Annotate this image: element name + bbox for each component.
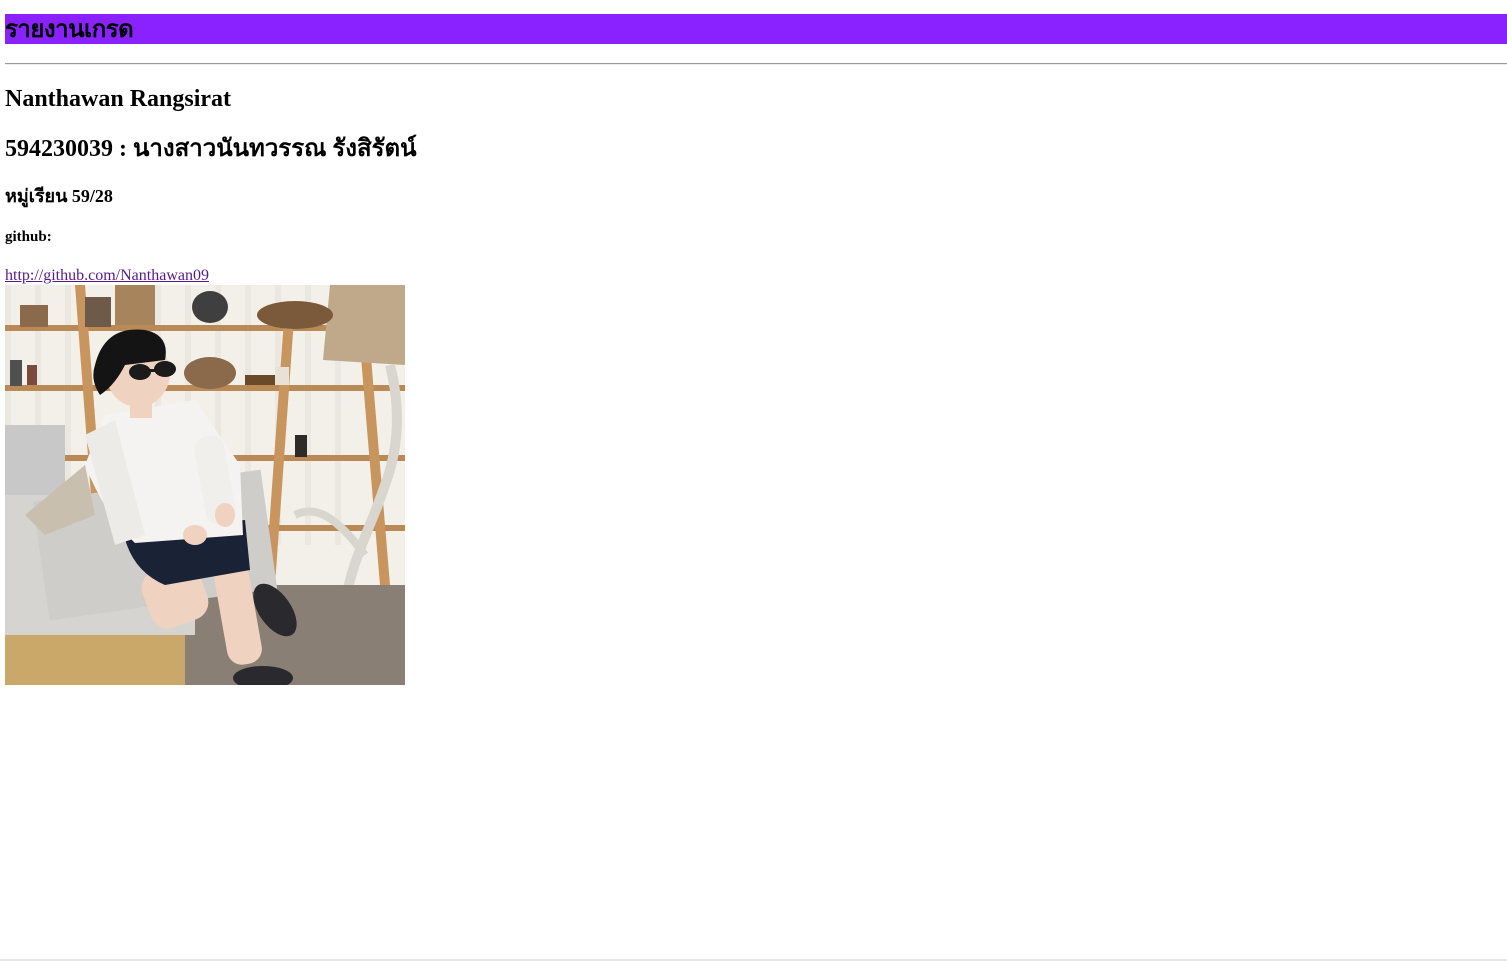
grade-report-page: รายงานเกรด Nanthawan Rangsirat 594230039… — [0, 0, 1507, 961]
github-link[interactable]: http://github.com/Nanthawan09 — [5, 266, 209, 285]
github-label: github: — [5, 229, 52, 245]
student-photo — [5, 285, 405, 685]
student-name-english: Nanthawan Rangsirat — [5, 86, 232, 112]
divider — [5, 63, 1507, 65]
header-banner: รายงานเกรด — [5, 14, 1507, 44]
portrait-photo-icon — [5, 285, 405, 685]
student-id-and-thai-name: 594230039 : นางสาวนันทวรรณ รังสิรัตน์ — [5, 136, 417, 162]
student-group: หมู่เรียน 59/28 — [5, 186, 113, 206]
page-title: รายงานเกรด — [5, 15, 134, 43]
